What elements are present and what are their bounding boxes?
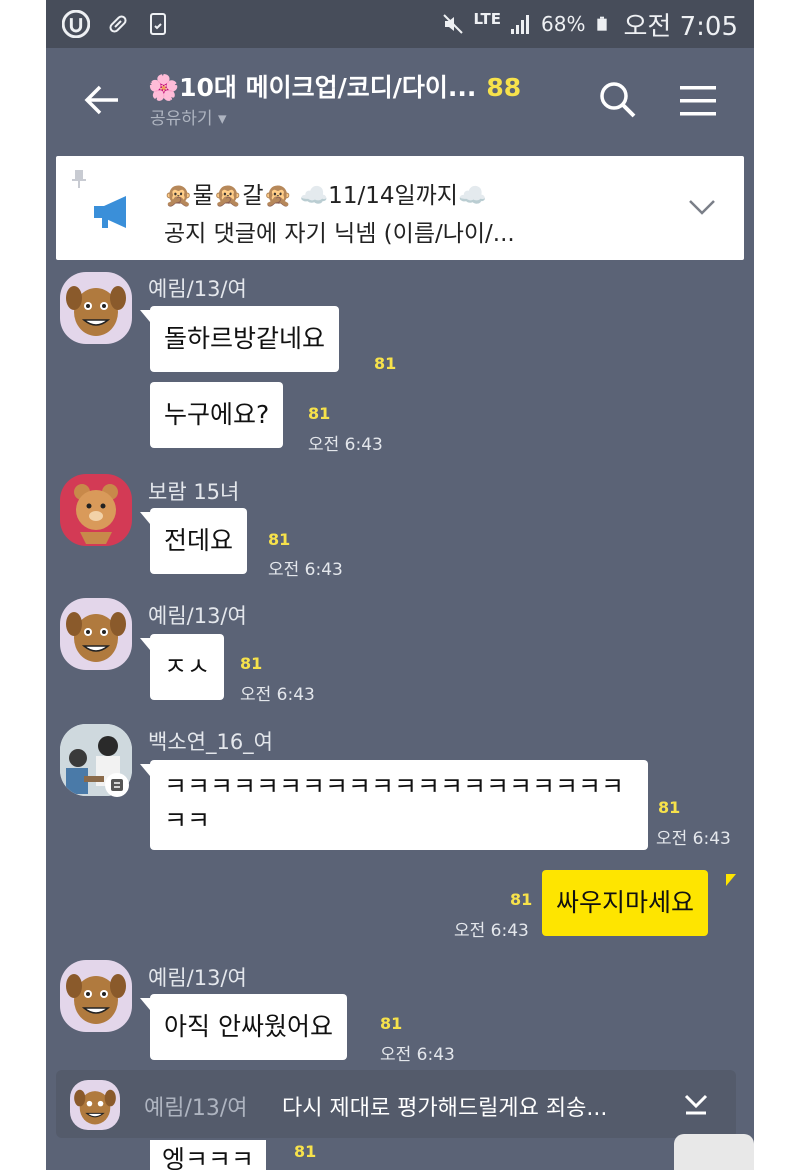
unread-count: 81 — [374, 354, 397, 373]
member-count: 88 — [486, 73, 522, 102]
message-bubble[interactable]: 전데요 — [150, 508, 248, 574]
unread-count: 81 — [294, 1142, 317, 1161]
clock: 오전 7:05 — [623, 11, 739, 42]
bubble-tail — [140, 512, 150, 524]
room-name: 🌸10대 메이크업/코디/다이... — [148, 73, 477, 102]
unread-count: 81 — [380, 1014, 403, 1033]
chevron-down-icon[interactable] — [688, 198, 716, 216]
new-message-preview[interactable]: 예림/13/여 다시 제대로 평가해드릴게요 죄송... — [56, 1070, 736, 1138]
pin-icon — [72, 170, 86, 188]
avatar[interactable] — [60, 474, 132, 546]
search-icon[interactable] — [598, 80, 638, 120]
scroll-down-icon[interactable] — [682, 1092, 710, 1116]
sender-name: 예림/13/여 — [148, 604, 247, 628]
notice-title: 🙊물🙊갈🙊 ☁️11/14일까지☁️ — [164, 183, 487, 209]
chat-header: 🌸10대 메이크업/코디/다이... 88 공유하기 ▾ — [46, 48, 754, 152]
dog-avatar-icon — [66, 974, 126, 1024]
bubble-tail — [140, 310, 150, 322]
share-dropdown[interactable]: 공유하기 ▾ — [150, 104, 227, 129]
avatar[interactable] — [60, 272, 132, 344]
unread-count: 81 — [308, 404, 331, 423]
sender-name: 백소연_16_여 — [148, 730, 274, 754]
message-bubble[interactable]: 누구에요? — [150, 382, 284, 448]
sender-name: 예림/13/여 — [148, 277, 247, 301]
sender-name: 예림/13/여 — [148, 966, 247, 990]
chat-room-title[interactable]: 🌸10대 메이크업/코디/다이... 88 — [148, 68, 521, 104]
unread-count: 81 — [658, 798, 681, 817]
message-time: 오전 6:43 — [454, 921, 529, 941]
phone-check-icon — [150, 13, 166, 35]
message-time: 오전 6:43 — [656, 829, 731, 849]
preview-sender: 예림/13/여 — [144, 1096, 248, 1121]
signal-icon — [511, 15, 530, 34]
message-bubble[interactable]: ㅋㅋㅋㅋㅋㅋㅋㅋㅋㅋㅋㅋㅋㅋㅋㅋㅋㅋㅋㅋ ㅋㅋ — [150, 760, 648, 850]
notice-text: 공지 댓글에 자기 닉넴 (이름/나이/... — [164, 221, 515, 247]
message-bubble[interactable]: 돌하르방같네요 — [150, 306, 340, 372]
memo-badge-icon — [105, 773, 129, 797]
pill-icon — [109, 15, 127, 33]
message-time: 오전 6:43 — [240, 685, 315, 705]
megaphone-icon — [94, 196, 126, 228]
avatar[interactable] — [60, 960, 132, 1032]
message-line: ㅋㅋㅋㅋㅋㅋㅋㅋㅋㅋㅋㅋㅋㅋㅋㅋㅋㅋㅋㅋ — [164, 772, 625, 801]
menu-icon[interactable] — [678, 84, 718, 118]
avatar[interactable] — [60, 598, 132, 670]
battery-percent: 68% — [541, 12, 586, 36]
bear-avatar-icon — [74, 484, 118, 544]
dog-avatar-icon — [66, 612, 126, 662]
dog-avatar-icon — [66, 286, 126, 336]
unread-count: 81 — [268, 530, 291, 549]
bubble-tail — [140, 998, 150, 1010]
preview-text: 다시 제대로 평가해드릴게요 죄송... — [282, 1096, 608, 1121]
phone-screen: LTE 68% 오전 7:05 🌸10대 메이크업/코디/다이... 88 공유하… — [46, 0, 754, 1170]
my-message-bubble[interactable]: 싸우지마세요 — [542, 870, 709, 936]
scroll-button[interactable] — [674, 1134, 754, 1170]
message-bubble[interactable]: 엥ㅋㅋㅋ — [150, 1140, 267, 1170]
battery-icon — [596, 16, 607, 31]
back-arrow-icon[interactable] — [82, 82, 122, 118]
sender-name: 보람 15녀 — [148, 480, 240, 504]
message-time: 오전 6:43 — [380, 1045, 455, 1065]
bubble-tail — [726, 874, 736, 886]
message-bubble[interactable]: 아직 안싸웠어요 — [150, 994, 347, 1060]
unread-count: 81 — [510, 890, 533, 909]
avatar — [70, 1080, 120, 1130]
dog-avatar-icon — [74, 1089, 116, 1125]
message-time: 오전 6:43 — [308, 435, 383, 455]
unread-count: 81 — [240, 654, 263, 673]
notice-banner[interactable]: 🙊물🙊갈🙊 ☁️11/14일까지☁️ 공지 댓글에 자기 닉넴 (이름/나이/.… — [56, 156, 744, 260]
message-line: ㅋㅋ — [164, 806, 211, 835]
message-bubble[interactable]: ㅈㅅ — [150, 634, 225, 700]
network-type: LTE — [473, 10, 502, 28]
bubble-tail — [140, 764, 150, 776]
status-bar: LTE 68% 오전 7:05 — [46, 0, 754, 48]
u-plus-icon — [62, 10, 90, 38]
bubble-tail — [140, 638, 150, 650]
message-time: 오전 6:43 — [268, 560, 343, 580]
mute-icon — [443, 14, 464, 34]
